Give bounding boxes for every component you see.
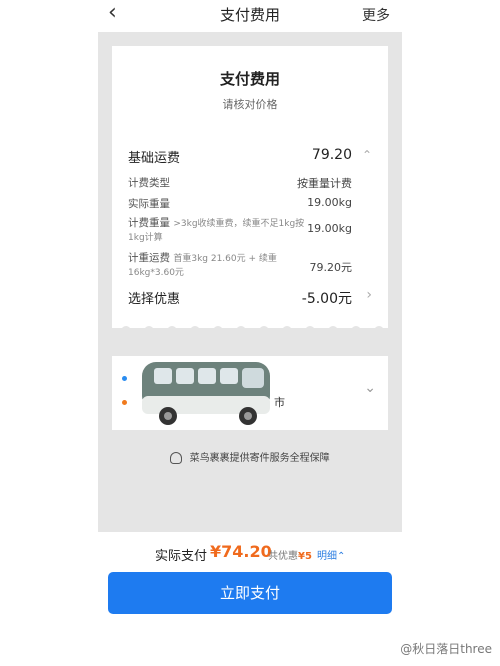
chevron-up-icon[interactable]: ⌃ — [362, 148, 372, 162]
watermark: @秋日落日three — [400, 642, 492, 656]
ticket-scallop-edge — [112, 322, 388, 334]
base-fee-value: 79.20 — [311, 147, 352, 163]
discount-label: 选择优惠 — [128, 292, 181, 307]
weight-fee-label: 计重运费 — [128, 252, 170, 264]
detail-link[interactable]: 明细⌃ — [317, 547, 345, 562]
discount-value: -5.00元 — [301, 291, 352, 307]
base-fee-label: 基础运费 — [128, 151, 181, 166]
cainiao-bird-icon — [170, 452, 183, 464]
fee-card: 支付费用 请核对价格 基础运费 79.20 ⌃ 计费类型 按重量计费 实际重量 … — [112, 46, 388, 328]
weight-fee-row: 计重运费 首重3kg 21.60元 + 续重16kg*3.60元 79.20元 — [128, 252, 372, 282]
charged-weight-label: 计费重量 — [128, 217, 170, 229]
discount-row[interactable]: 选择优惠 -5.00元 › — [128, 287, 372, 308]
charged-weight-value: 19.00kg — [307, 222, 352, 235]
actual-weight-label: 实际重量 — [128, 198, 170, 210]
billing-type-row: 计费类型 按重量计费 — [128, 175, 372, 191]
card-title: 支付费用 — [219, 70, 280, 88]
weight-fee-value: 79.20元 — [309, 261, 353, 274]
billing-type-label: 计费类型 — [128, 177, 170, 189]
pay-label: 实际支付 — [155, 549, 208, 564]
top-nav-bar: ‹ 支付费用 更多 — [0, 0, 500, 30]
discount-summary-amount: ¥5 — [298, 551, 312, 562]
service-guarantee: 菜鸟裹裹提供寄件服务全程保障 — [0, 449, 500, 464]
guarantee-text: 菜鸟裹裹提供寄件服务全程保障 — [189, 453, 330, 464]
address-city-text: 市 — [274, 396, 285, 409]
discount-prefix: 共优惠 — [268, 551, 298, 562]
chevron-down-icon[interactable]: ⌄ — [364, 380, 376, 396]
pay-now-button[interactable]: 立即支付 — [108, 572, 392, 614]
detail-label: 明细 — [317, 551, 337, 562]
double-chevron-up-icon: ⌃ — [337, 551, 346, 562]
discount-summary: 共优惠¥5 — [268, 547, 312, 562]
billing-type-value: 按重量计费 — [297, 177, 352, 190]
page-title: 支付费用 — [219, 6, 280, 24]
card-subtitle: 请核对价格 — [222, 98, 278, 111]
actual-weight-value: 19.00kg — [307, 196, 352, 209]
charged-weight-row: 计费重量 >3kg收续重费，续重不足1kg按1kg计算 19.00kg — [128, 217, 372, 247]
receiver-dot-icon — [122, 400, 127, 405]
more-button[interactable]: 更多 — [362, 5, 390, 25]
address-card[interactable]: 市 ⌄ — [112, 356, 388, 430]
van-sticker-image — [142, 362, 270, 425]
base-fee-row[interactable]: 基础运费 79.20 ⌃ — [128, 147, 372, 167]
payment-summary: 实际支付 ¥74.20 共优惠¥5 明细⌃ — [0, 542, 500, 564]
pay-amount: ¥74.20 — [210, 542, 272, 561]
actual-weight-row: 实际重量 19.00kg — [128, 196, 372, 212]
chevron-right-icon[interactable]: › — [366, 287, 372, 303]
sender-dot-icon — [122, 376, 127, 381]
